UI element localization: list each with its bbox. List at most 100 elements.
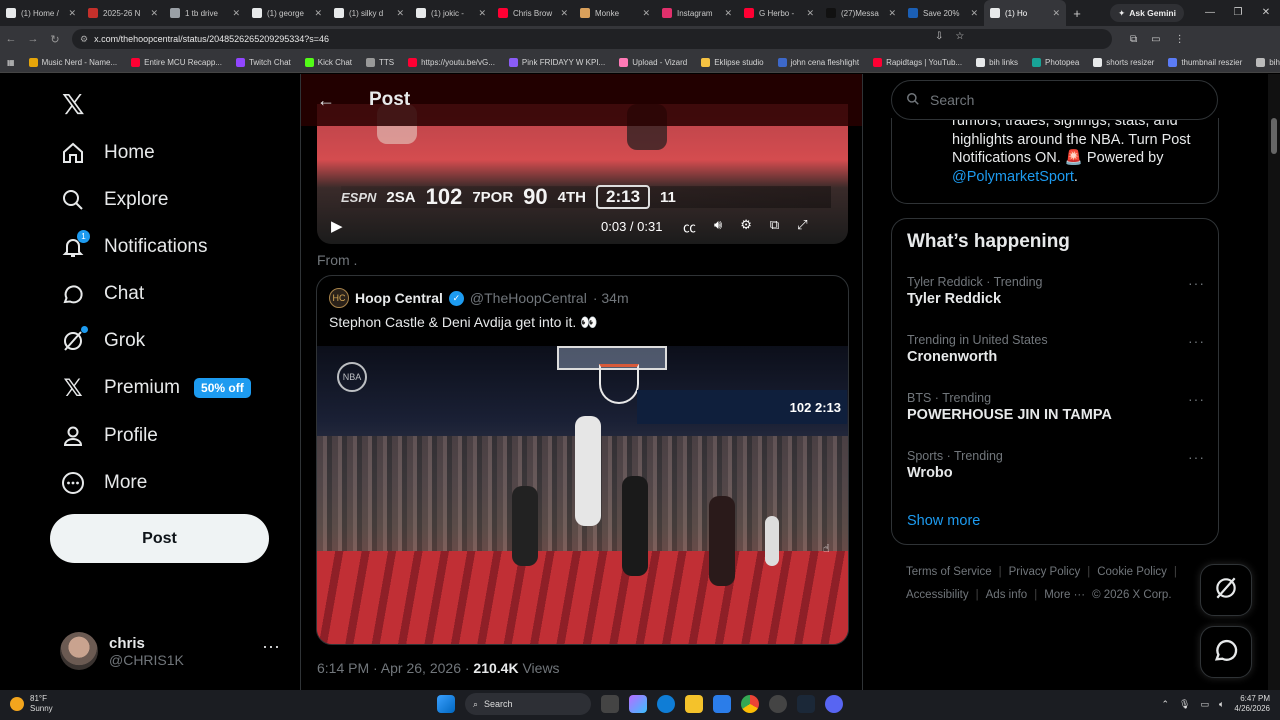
maximize-button[interactable]: ❐ <box>1224 0 1252 26</box>
tab-close-icon[interactable]: ✕ <box>888 8 896 19</box>
bookmark-item[interactable]: TTS <box>359 57 401 67</box>
store-icon[interactable] <box>713 695 731 713</box>
bookmark-item[interactable]: Pink FRIDAYY W KPI... <box>502 57 612 67</box>
bookmark-item[interactable]: Upload - Vizard <box>612 57 694 67</box>
bookmark-item[interactable]: shorts resizer <box>1086 57 1161 67</box>
browser-tab[interactable]: Chris Brow ✕ <box>492 0 574 26</box>
ask-gemini-button[interactable]: ✦ Ask Gemini <box>1110 4 1184 22</box>
bookmark-item[interactable]: Entire MCU Recapp... <box>124 57 229 67</box>
browser-tab[interactable]: Instagram ✕ <box>656 0 738 26</box>
weather-widget[interactable]: 81°F Sunny <box>10 694 53 714</box>
browser-tab[interactable]: (1) Ho ✕ <box>984 0 1066 26</box>
volume-icon[interactable]: 🔊︎ <box>714 217 722 236</box>
site-info-icon[interactable]: ⚙ <box>80 34 88 45</box>
browser-tab[interactable]: (1) silky d ✕ <box>328 0 410 26</box>
nav-chat[interactable]: Chat <box>60 274 144 314</box>
bookmark-item[interactable]: Eklipse studio <box>694 57 770 67</box>
footer-accessibility[interactable]: Accessibility <box>906 589 969 601</box>
new-tab-button[interactable]: + <box>1066 6 1088 21</box>
grok-fab[interactable] <box>1200 564 1252 616</box>
address-bar[interactable]: ⚙ x.com/thehoopcentral/status/2048526265… <box>72 29 1112 49</box>
nav-notifications[interactable]: 1 Notifications <box>60 227 208 267</box>
captions-icon[interactable]: ㏄ <box>683 217 696 236</box>
messages-fab[interactable] <box>1200 626 1252 678</box>
trend-item[interactable]: Trending in United States Cronenworth ··… <box>907 333 1205 365</box>
reload-icon[interactable]: ↻ <box>44 33 66 46</box>
windows-start-icon[interactable] <box>437 695 455 713</box>
quoted-author-name[interactable]: Hoop Central <box>355 290 443 306</box>
tab-close-icon[interactable]: ✕ <box>1052 8 1060 19</box>
tab-close-icon[interactable]: ✕ <box>642 8 650 19</box>
forward-icon[interactable]: → <box>22 33 44 45</box>
quoted-post-card[interactable]: HC Hoop Central ✓ @TheHoopCentral · 34m … <box>316 275 849 645</box>
trend-item[interactable]: Tyler Reddick · Trending Tyler Reddick ·… <box>907 275 1205 307</box>
obs-icon[interactable] <box>769 695 787 713</box>
nav-premium[interactable]: 𝕏 Premium 50% off <box>60 368 251 408</box>
network-icon[interactable]: ▭ <box>1200 699 1209 710</box>
play-icon[interactable]: ▶ <box>331 217 343 235</box>
tab-close-icon[interactable]: ✕ <box>68 8 76 19</box>
account-switcher[interactable]: chris @CHRIS1K ··· <box>60 628 292 674</box>
tab-close-icon[interactable]: ✕ <box>724 8 732 19</box>
back-icon[interactable]: ← <box>0 33 22 45</box>
tab-close-icon[interactable]: ✕ <box>396 8 404 19</box>
browser-tab[interactable]: Save 20% ✕ <box>902 0 984 26</box>
bookmark-item[interactable]: Photopea <box>1025 57 1086 67</box>
nav-more[interactable]: More <box>60 463 147 503</box>
nav-grok[interactable]: Grok <box>60 321 145 361</box>
nav-home[interactable]: Home <box>60 133 155 173</box>
task-view-icon[interactable] <box>601 695 619 713</box>
browser-tab[interactable]: 1 tb drive ✕ <box>164 0 246 26</box>
tab-close-icon[interactable]: ✕ <box>970 8 978 19</box>
search-input[interactable]: Search <box>891 80 1218 120</box>
nav-profile[interactable]: Profile <box>60 416 158 456</box>
bookmark-item[interactable]: Kick Chat <box>298 57 359 67</box>
browser-tab[interactable]: (27)Messa ✕ <box>820 0 902 26</box>
edge-icon[interactable] <box>657 695 675 713</box>
footer-privacy[interactable]: Privacy Policy <box>1009 566 1081 578</box>
browser-tab[interactable]: Monke ✕ <box>574 0 656 26</box>
bookmark-item[interactable]: Music Nerd - Name... <box>22 57 125 67</box>
bookmark-item[interactable]: bih links <box>969 57 1025 67</box>
microphone-icon[interactable]: 🎙︎ <box>1179 699 1190 710</box>
bookmark-item[interactable]: bih streams <box>1249 57 1280 67</box>
trend-more-icon[interactable]: ··· <box>1188 275 1205 291</box>
trend-more-icon[interactable]: ··· <box>1188 333 1205 349</box>
browser-tab[interactable]: (1) george ✕ <box>246 0 328 26</box>
bio-link[interactable]: @PolymarketSport <box>952 169 1074 185</box>
trend-more-icon[interactable]: ··· <box>1188 391 1205 407</box>
trend-item[interactable]: Sports · Trending Wrobo ··· <box>907 449 1205 481</box>
fullscreen-icon[interactable]: ⤢ <box>797 217 807 236</box>
tab-close-icon[interactable]: ✕ <box>560 8 568 19</box>
account-more-icon[interactable]: ··· <box>262 636 280 657</box>
bookmark-item[interactable]: Twitch Chat <box>229 57 298 67</box>
file-explorer-icon[interactable] <box>685 695 703 713</box>
picture-in-picture-icon[interactable]: ⧉ <box>770 217 779 236</box>
tab-close-icon[interactable]: ✕ <box>806 8 814 19</box>
browser-tab[interactable]: (1) jokic - ✕ <box>410 0 492 26</box>
steam-icon[interactable] <box>797 695 815 713</box>
tray-volume-icon[interactable]: 🔈︎ <box>1219 699 1224 710</box>
quoted-author-handle[interactable]: @TheHoopCentral <box>470 290 587 306</box>
post-timestamp[interactable]: 6:14 PM · Apr 26, 2026 · <box>317 660 473 676</box>
bookmark-item[interactable]: john cena fleshlight <box>771 57 867 67</box>
bookmark-item[interactable]: thumbnail reszier <box>1161 57 1249 67</box>
post-button[interactable]: Post <box>50 514 269 563</box>
browser-tab[interactable]: 2025-26 N ✕ <box>82 0 164 26</box>
tab-close-icon[interactable]: ✕ <box>478 8 486 19</box>
settings-gear-icon[interactable]: ⚙ <box>740 217 752 236</box>
show-more-link[interactable]: Show more <box>907 513 980 529</box>
minimize-button[interactable]: — <box>1196 0 1224 26</box>
bookmark-item[interactable]: Rapidtags | YouTub... <box>866 57 969 67</box>
quoted-video[interactable]: 102 2:13 NBA <box>317 346 848 644</box>
footer-ads-info[interactable]: Ads info <box>986 589 1028 601</box>
tab-close-icon[interactable]: ✕ <box>314 8 322 19</box>
footer-cookie[interactable]: Cookie Policy <box>1097 566 1167 578</box>
bookmark-item[interactable]: https://youtu.be/vG... <box>401 57 502 67</box>
chrome-icon[interactable] <box>741 695 759 713</box>
hoop-central-avatar[interactable]: HC <box>329 288 349 308</box>
browser-tab[interactable]: G Herbo - ✕ <box>738 0 820 26</box>
tray-chevron-icon[interactable]: ⌃ <box>1162 699 1170 710</box>
trend-item[interactable]: BTS · Trending POWERHOUSE JIN IN TAMPA ·… <box>907 391 1205 423</box>
apps-icon[interactable]: ▦ <box>0 58 22 67</box>
